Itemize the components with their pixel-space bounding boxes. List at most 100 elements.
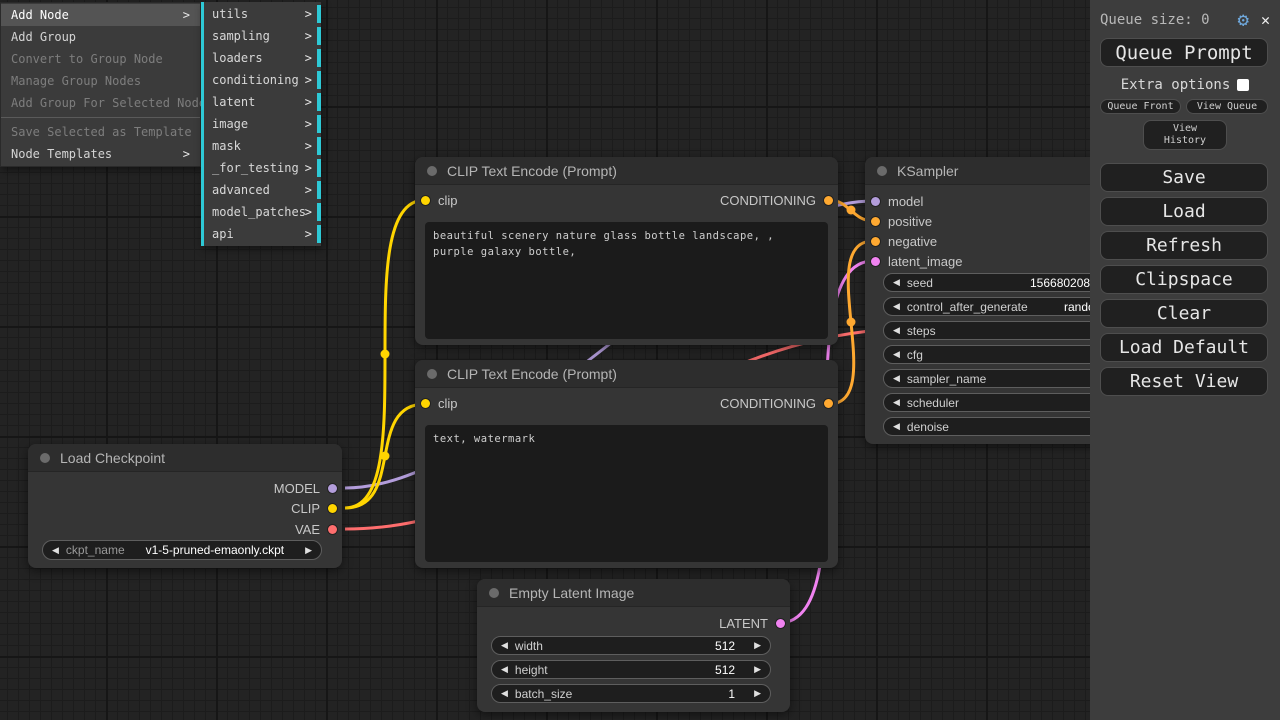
slot-dot-positive[interactable] <box>871 217 880 226</box>
queue-front-button[interactable]: Queue Front <box>1100 99 1181 114</box>
slot-dot-conditioning[interactable] <box>824 196 833 205</box>
decrement-arrow-icon[interactable]: ◀ <box>501 640 508 651</box>
menu-item-add-group[interactable]: Add Group <box>1 26 200 48</box>
submenu-item-for-testing[interactable]: _for_testing > <box>204 157 321 179</box>
decrement-arrow-icon[interactable]: ◀ <box>501 664 508 675</box>
slot-label: clip <box>438 193 458 208</box>
menu-separator <box>1 117 200 118</box>
submenu-arrow-icon: > <box>305 223 312 245</box>
clipspace-button[interactable]: Clipspace <box>1100 265 1268 294</box>
widget-batch-size[interactable]: ◀ batch_size 1 ▶ <box>491 684 771 703</box>
load-default-button[interactable]: Load Default <box>1100 333 1268 362</box>
slot-dot-latent[interactable] <box>776 619 785 628</box>
submenu-item-image[interactable]: image > <box>204 113 321 135</box>
slot-dot-clip[interactable] <box>421 196 430 205</box>
collapse-dot-icon[interactable] <box>40 453 50 463</box>
submenu-item-utils[interactable]: utils > <box>204 3 321 25</box>
submenu-item-model-patches[interactable]: model_patches > <box>204 201 321 223</box>
submenu-item-latent[interactable]: latent > <box>204 91 321 113</box>
output-slot-model: MODEL <box>274 480 337 496</box>
decrement-arrow-icon[interactable]: ◀ <box>893 349 900 360</box>
load-button[interactable]: Load <box>1100 197 1268 226</box>
accent-bar <box>317 203 321 221</box>
submenu-item-conditioning[interactable]: conditioning > <box>204 69 321 91</box>
decrement-arrow-icon[interactable]: ◀ <box>893 301 900 312</box>
view-history-button[interactable]: View History <box>1143 120 1227 150</box>
node-title-bar[interactable]: CLIP Text Encode (Prompt) <box>415 360 838 388</box>
close-icon[interactable]: ✕ <box>1261 11 1270 29</box>
node-clip-text-encode-1[interactable]: CLIP Text Encode (Prompt) clip CONDITION… <box>415 157 838 345</box>
output-slot-clip: CLIP <box>291 500 337 516</box>
menu-item-add-node[interactable]: Add Node > <box>1 4 200 26</box>
node-empty-latent-image[interactable]: Empty Latent Image LATENT ◀ width 512 ▶ … <box>477 579 790 712</box>
queue-size-label: Queue size: 0 <box>1100 12 1210 28</box>
slot-dot-latent-image[interactable] <box>871 257 880 266</box>
link-midpoint-dot[interactable] <box>381 350 390 359</box>
accent-bar <box>317 137 321 155</box>
collapse-dot-icon[interactable] <box>489 588 499 598</box>
increment-arrow-icon[interactable]: ▶ <box>754 688 761 699</box>
refresh-button[interactable]: Refresh <box>1100 231 1268 260</box>
node-clip-text-encode-2[interactable]: CLIP Text Encode (Prompt) clip CONDITION… <box>415 360 838 568</box>
menu-item-node-templates[interactable]: Node Templates > <box>1 143 200 165</box>
widget-width[interactable]: ◀ width 512 ▶ <box>491 636 771 655</box>
decrement-arrow-icon[interactable]: ◀ <box>501 688 508 699</box>
widget-height[interactable]: ◀ height 512 ▶ <box>491 660 771 679</box>
submenu-arrow-icon: > <box>305 91 312 113</box>
view-queue-button[interactable]: View Queue <box>1186 99 1268 114</box>
input-slot-negative: negative <box>871 233 937 249</box>
slot-dot-model[interactable] <box>328 484 337 493</box>
node-load-checkpoint[interactable]: Load Checkpoint MODEL CLIP VAE ◀ ckpt_na… <box>28 444 342 568</box>
settings-gear-icon[interactable]: ⚙ <box>1238 11 1249 29</box>
collapse-dot-icon[interactable] <box>427 166 437 176</box>
prompt-textarea[interactable]: text, watermark <box>425 425 828 562</box>
submenu-item-api[interactable]: api > <box>204 223 321 245</box>
output-slot-conditioning: CONDITIONING <box>720 192 833 208</box>
clear-button[interactable]: Clear <box>1100 299 1268 328</box>
slot-dot-model[interactable] <box>871 197 880 206</box>
node-title: KSampler <box>897 163 958 179</box>
link-midpoint-dot[interactable] <box>847 206 856 215</box>
slot-dot-negative[interactable] <box>871 237 880 246</box>
widget-ckpt-name[interactable]: ◀ ckpt_name v1-5-pruned-emaonly.ckpt ▶ <box>42 540 322 560</box>
decrement-arrow-icon[interactable]: ◀ <box>893 421 900 432</box>
submenu-arrow-icon: > <box>305 69 312 91</box>
slot-label: CLIP <box>291 501 320 516</box>
decrement-arrow-icon[interactable]: ◀ <box>893 373 900 384</box>
slot-label: clip <box>438 396 458 411</box>
collapse-dot-icon[interactable] <box>877 166 887 176</box>
submenu-item-mask[interactable]: mask > <box>204 135 321 157</box>
decrement-arrow-icon[interactable]: ◀ <box>893 325 900 336</box>
node-title-bar[interactable]: Load Checkpoint <box>28 444 342 472</box>
slot-dot-clip[interactable] <box>328 504 337 513</box>
queue-prompt-button[interactable]: Queue Prompt <box>1100 38 1268 67</box>
link-midpoint-dot[interactable] <box>847 318 856 327</box>
node-title-bar[interactable]: Empty Latent Image <box>477 579 790 607</box>
increment-arrow-icon[interactable]: ▶ <box>754 664 761 675</box>
submenu-item-sampling[interactable]: sampling > <box>204 25 321 47</box>
node-title: CLIP Text Encode (Prompt) <box>447 163 617 179</box>
menu-item-manage-group-nodes: Manage Group Nodes <box>1 70 200 92</box>
save-button[interactable]: Save <box>1100 163 1268 192</box>
widget-value: 512 <box>715 639 735 653</box>
slot-label: LATENT <box>719 616 768 631</box>
reset-view-button[interactable]: Reset View <box>1100 367 1268 396</box>
decrement-arrow-icon[interactable]: ◀ <box>893 277 900 288</box>
add-node-submenu: utils > sampling > loaders > conditionin… <box>201 2 321 246</box>
collapse-dot-icon[interactable] <box>427 369 437 379</box>
submenu-item-advanced[interactable]: advanced > <box>204 179 321 201</box>
next-arrow-icon[interactable]: ▶ <box>305 545 312 556</box>
slot-dot-clip[interactable] <box>421 399 430 408</box>
submenu-item-loaders[interactable]: loaders > <box>204 47 321 69</box>
decrement-arrow-icon[interactable]: ◀ <box>893 397 900 408</box>
submenu-arrow-icon: > <box>305 3 312 25</box>
prev-arrow-icon[interactable]: ◀ <box>52 545 59 556</box>
increment-arrow-icon[interactable]: ▶ <box>754 640 761 651</box>
link-midpoint-dot[interactable] <box>381 452 390 461</box>
prompt-textarea[interactable]: beautiful scenery nature glass bottle la… <box>425 222 828 339</box>
slot-dot-conditioning[interactable] <box>824 399 833 408</box>
slot-dot-vae[interactable] <box>328 525 337 534</box>
accent-bar <box>317 159 321 177</box>
extra-options-checkbox[interactable] <box>1237 79 1249 91</box>
node-title-bar[interactable]: CLIP Text Encode (Prompt) <box>415 157 838 185</box>
